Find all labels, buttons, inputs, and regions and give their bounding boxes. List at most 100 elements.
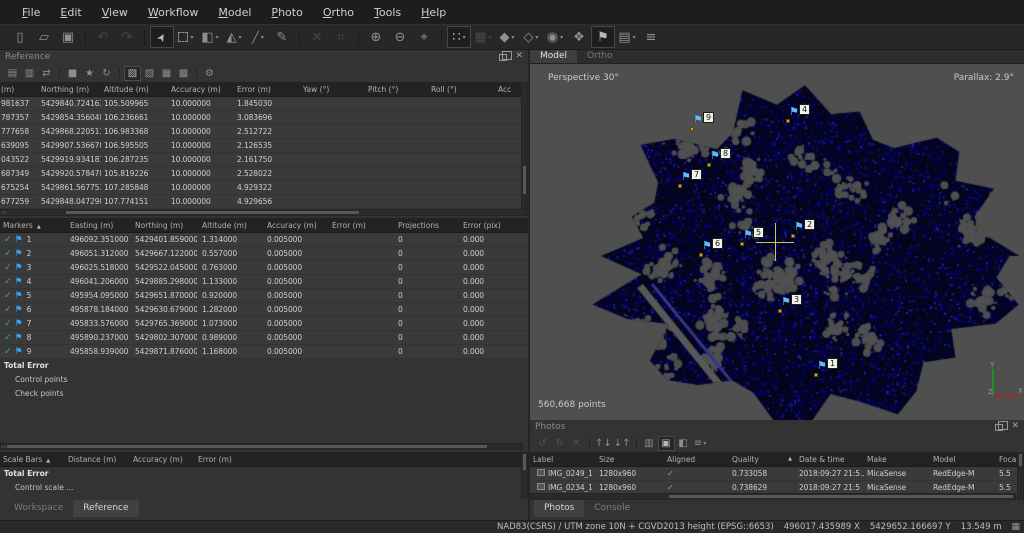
camera-table-row[interactable]: 675254 5429861.567753 107.285848 10.0000… xyxy=(0,181,528,195)
dropdown-arrow-icon[interactable]: ▾ xyxy=(535,34,538,41)
photos-vertical-scrollbar[interactable] xyxy=(1017,452,1024,500)
rotate-object-icon[interactable]: ◭▾ xyxy=(222,26,246,48)
menu-item[interactable]: Edit xyxy=(50,2,91,23)
dropdown-arrow-icon[interactable]: ▾ xyxy=(511,34,514,41)
camera-table-row[interactable]: 687349 5429920.578478 105.819226 10.0000… xyxy=(0,167,528,181)
dropdown-arrow-icon[interactable]: ▾ xyxy=(560,34,563,41)
tab-ortho[interactable]: Ortho xyxy=(577,50,623,63)
camera-table-row[interactable]: 677259 5429848.047298 107.774151 10.0000… xyxy=(0,195,528,209)
float-pane-icon[interactable] xyxy=(995,424,1003,431)
seamlines-icon[interactable]: ≡▾ xyxy=(639,26,663,48)
photos-table-header[interactable]: Label Size Aligned Quality▲ Date & time … xyxy=(530,452,1024,467)
camera-table-row[interactable]: 777658 5429868.220513 106.983368 10.0000… xyxy=(0,125,528,139)
move-region-icon[interactable]: ◧▾ xyxy=(198,26,222,48)
import-reference-icon[interactable]: ▤▾ xyxy=(4,66,21,81)
photo-table-row[interactable]: IMG_0249_1 1280x960 ✓ 0.733058 2018:09:2… xyxy=(530,467,1024,481)
tab-workspace[interactable]: Workspace xyxy=(4,500,73,517)
rotate-right-icon[interactable]: ↻▾ xyxy=(551,436,568,451)
thumbnail-view-icon[interactable]: ▣▾ xyxy=(658,436,675,451)
model-shaded-icon[interactable]: ◆▾ xyxy=(495,26,519,48)
markers-total-error-row[interactable]: Total Error xyxy=(0,359,528,373)
model-viewport[interactable]: Perspective 30° Parallax: 2.9° 560,668 p… xyxy=(530,64,1024,420)
marker-table-row[interactable]: ✓ ⚑ 2 496051.312000 5429667.122000 0.557… xyxy=(0,247,528,261)
details-view-icon[interactable]: ≡▾ xyxy=(692,436,709,451)
dropdown-arrow-icon[interactable]: ▾ xyxy=(633,34,636,41)
menu-item[interactable]: File xyxy=(12,2,50,23)
open-icon[interactable]: ▱▾ xyxy=(32,26,56,48)
check-icon[interactable]: ✓ xyxy=(4,291,12,301)
control-points-row[interactable]: Control points xyxy=(0,373,528,387)
dense-cloud-view-icon[interactable]: ▦▾ xyxy=(471,26,495,48)
reference-settings-icon[interactable]: ⚙▾ xyxy=(201,66,218,81)
rectangle-selection-icon[interactable]: ▾ xyxy=(174,26,198,48)
toolbar-button[interactable]: ▾ xyxy=(299,30,300,45)
menu-item[interactable]: Help xyxy=(411,2,456,23)
cameras-table-header[interactable]: (m) Northing (m) Altitude (m) Accuracy (… xyxy=(0,82,528,97)
float-pane-icon[interactable] xyxy=(499,54,507,61)
ruler-icon[interactable]: ╱▾ xyxy=(246,26,270,48)
dropdown-arrow-icon[interactable]: ▾ xyxy=(238,34,241,41)
markers-view-icon[interactable]: ⚑▾ xyxy=(591,26,615,48)
photos-horizontal-scrollbar[interactable] xyxy=(530,493,1016,500)
marker-table-row[interactable]: ✓ ⚑ 8 495890.237000 5429802.307000 0.989… xyxy=(0,331,528,345)
marker-table-row[interactable]: ✓ ⚑ 3 496025.518000 5429522.045000 0.763… xyxy=(0,261,528,275)
camera-view-icon[interactable]: ◉▾ xyxy=(543,26,567,48)
scalebars-vertical-scrollbar[interactable] xyxy=(521,452,528,498)
masks-icon[interactable]: ◧▾ xyxy=(675,436,692,451)
menu-item[interactable]: Tools xyxy=(364,2,411,23)
check-icon[interactable]: ✓ xyxy=(4,305,12,315)
marker-table-row[interactable]: ✓ ⚑ 6 495878.184000 5429630.679000 1.282… xyxy=(0,303,528,317)
remove-photo-icon[interactable]: ✕▾ xyxy=(568,436,585,451)
photos-toolbar-button[interactable]: ▾ xyxy=(589,438,590,449)
export-reference-icon[interactable]: ▥▾ xyxy=(21,66,38,81)
control-scale-row[interactable]: Control scale ... xyxy=(0,481,73,495)
marker-table-row[interactable]: ✓ ⚑ 1 496092.351000 5429401.859000 1.314… xyxy=(0,233,528,247)
markers-table-header[interactable]: Markers▲ Easting (m) Northing (m) Altitu… xyxy=(0,218,528,233)
new-file-icon[interactable]: ▯▾ xyxy=(8,26,32,48)
check-icon[interactable]: ✓ xyxy=(4,333,12,343)
check-icon[interactable]: ✓ xyxy=(4,277,12,287)
dropdown-arrow-icon[interactable]: ▾ xyxy=(489,34,492,41)
close-pane-icon[interactable]: ✕ xyxy=(515,52,523,61)
view-variance-icon[interactable]: ▩▾ xyxy=(175,66,192,81)
marker-table-row[interactable]: ✓ ⚑ 9 495858.939000 5429871.876000 1.168… xyxy=(0,345,528,359)
dropdown-arrow-icon[interactable]: ▾ xyxy=(261,34,264,41)
toolbar-button[interactable]: ▾ xyxy=(85,30,86,45)
check-icon[interactable]: ✓ xyxy=(4,347,12,357)
marker-table-row[interactable]: ✓ ⚑ 5 495954.095000 5429651.870000 0.920… xyxy=(0,289,528,303)
tab-photos[interactable]: Photos xyxy=(534,500,584,517)
delete-icon[interactable]: ✕▾ xyxy=(305,26,329,48)
view-errors-icon[interactable]: ▦▾ xyxy=(158,66,175,81)
close-pane-icon[interactable]: ✕ xyxy=(1011,422,1019,431)
marker-table-row[interactable]: ✓ ⚑ 7 495833.576000 5429765.369000 1.073… xyxy=(0,317,528,331)
dropdown-arrow-icon[interactable]: ▾ xyxy=(190,34,193,41)
navigation-cursor-icon[interactable]: ➤▾ xyxy=(150,26,174,48)
camera-table-row[interactable]: 981637 5429840.724163 105.509965 10.0000… xyxy=(0,97,528,111)
images-view-icon[interactable]: ▤▾ xyxy=(615,26,639,48)
zoom-out-icon[interactable]: ⊖▾ xyxy=(388,26,412,48)
tab-model[interactable]: Model xyxy=(530,50,577,63)
settings-square-icon[interactable]: ■▾ xyxy=(64,66,81,81)
photos-toolbar-button[interactable]: ▾ xyxy=(636,438,637,449)
toolbar-button[interactable]: ▾ xyxy=(144,30,145,45)
check-icon[interactable]: ✓ xyxy=(4,249,12,259)
convert-icon[interactable]: ⇄▾ xyxy=(38,66,55,81)
menu-item[interactable]: Model xyxy=(208,2,261,23)
redo-icon[interactable]: ↷▾ xyxy=(115,26,139,48)
camera-table-row[interactable]: 787357 5429854.356048 106.236661 10.0000… xyxy=(0,111,528,125)
check-icon[interactable]: ✓ xyxy=(4,263,12,273)
reference-toolbar-button[interactable]: ▾ xyxy=(196,68,197,79)
marker-table-row[interactable]: ✓ ⚑ 4 496041.206000 5429885.298000 1.133… xyxy=(0,275,528,289)
reference-toolbar-button[interactable]: ▾ xyxy=(119,68,120,79)
zoom-in-icon[interactable]: ⊕▾ xyxy=(364,26,388,48)
toolbar-button[interactable]: ▾ xyxy=(441,30,442,45)
dropdown-arrow-icon[interactable]: ▾ xyxy=(463,34,466,41)
view-estimated-icon[interactable]: ▧▾ xyxy=(141,66,158,81)
reset-view-icon[interactable]: ⌖▾ xyxy=(412,26,436,48)
check-icon[interactable]: ✓ xyxy=(4,319,12,329)
camera-table-row[interactable]: 639095 5429907.536670 106.595505 10.0000… xyxy=(0,139,528,153)
menu-item[interactable]: Workflow xyxy=(138,2,209,23)
shapes-icon[interactable]: ❖▾ xyxy=(567,26,591,48)
tab-console[interactable]: Console xyxy=(584,500,640,517)
sort-ascending-icon[interactable]: ↑↓▾ xyxy=(594,436,613,451)
